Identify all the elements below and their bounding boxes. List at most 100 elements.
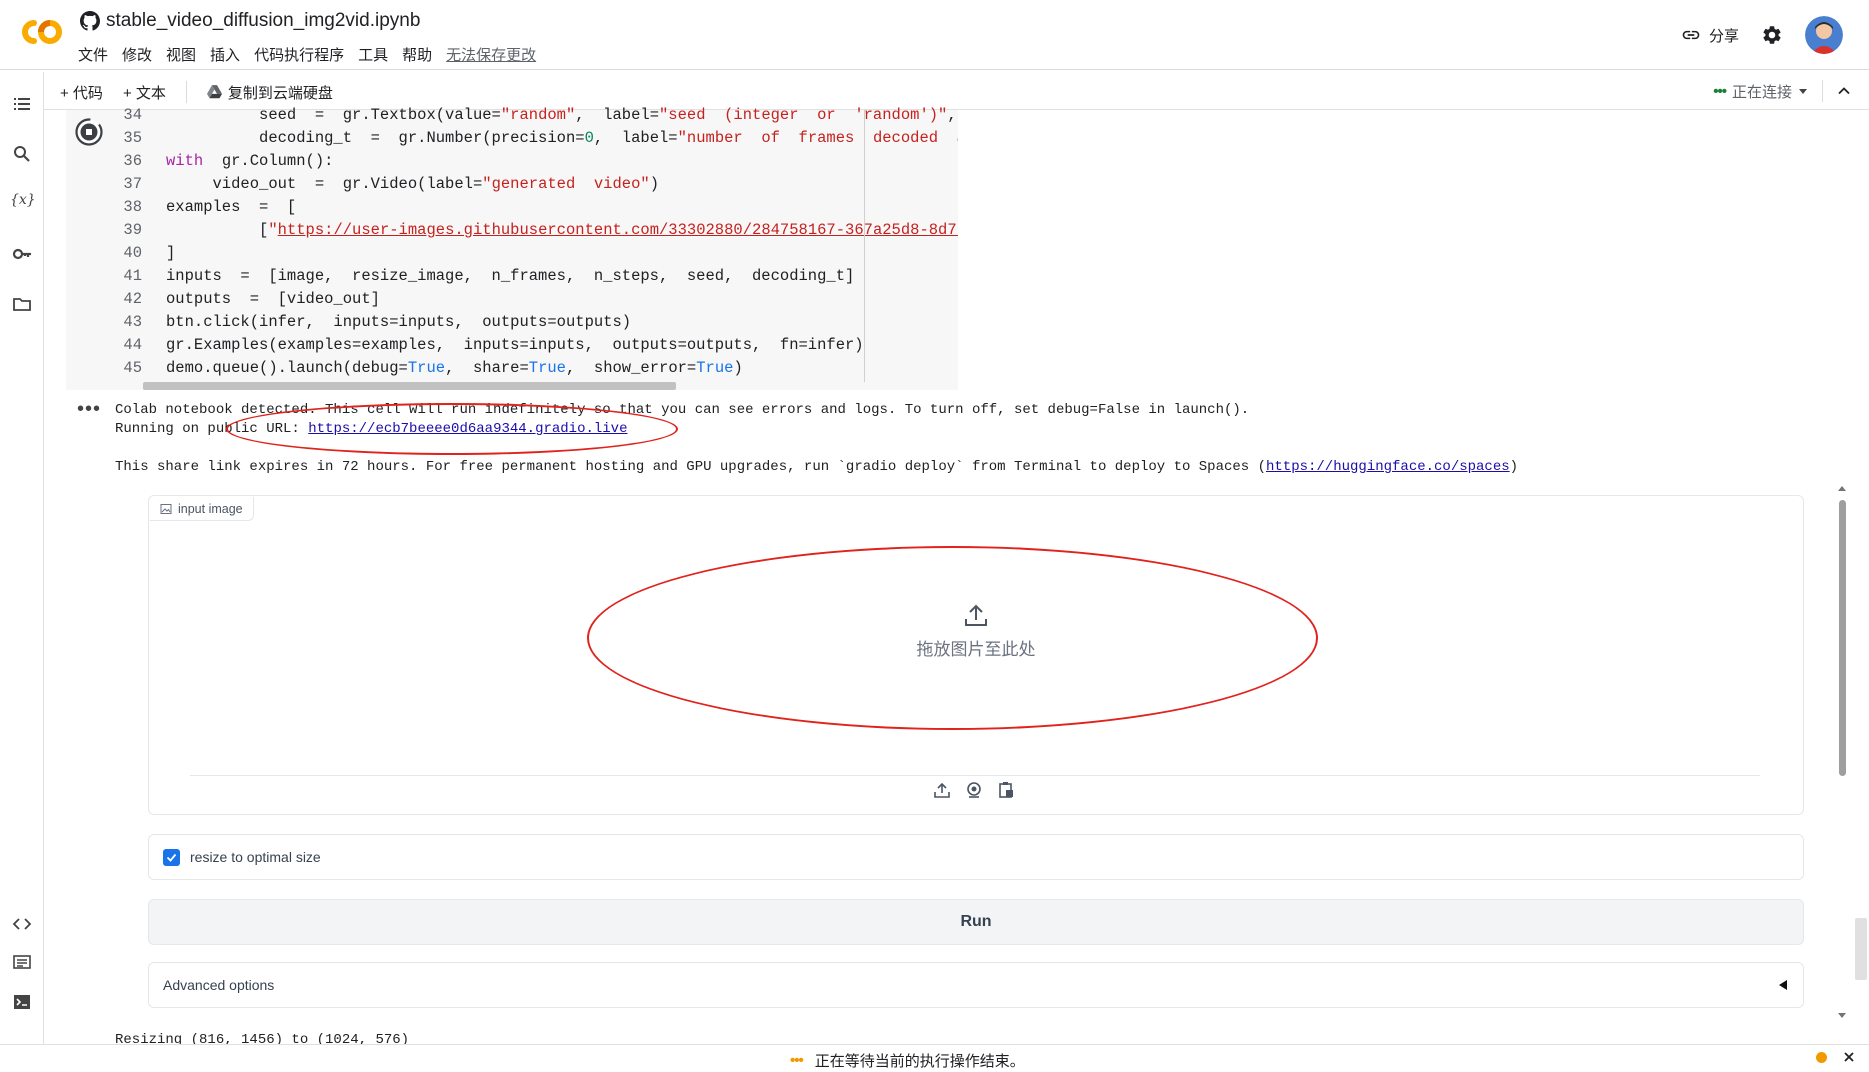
code-editor[interactable]: 34 seed = gr.Textbox(value="random", lab…: [112, 104, 958, 380]
github-icon[interactable]: [80, 11, 100, 31]
run-button[interactable]: Run: [148, 899, 1804, 945]
public-url-prefix: Running on public URL:: [115, 421, 309, 437]
code-line[interactable]: 38 examples = [: [112, 196, 958, 219]
code-line[interactable]: 41 inputs = [image, resize_image, n_frame…: [112, 265, 958, 288]
menu-view[interactable]: 视图: [166, 44, 204, 65]
output-line-share-link: This share link expires in 72 hours. For…: [115, 459, 1518, 475]
line-number: 39: [123, 221, 142, 239]
search-icon[interactable]: [12, 144, 32, 164]
menu-edit[interactable]: 修改: [122, 44, 160, 65]
terminal-icon[interactable]: [12, 992, 32, 1012]
avatar-image-icon: [1805, 16, 1843, 54]
upload-source-icon[interactable]: [932, 780, 952, 800]
resize-checkbox-label[interactable]: resize to optimal size: [190, 849, 321, 865]
menu-file[interactable]: 文件: [78, 44, 116, 65]
share-link-suffix: ): [1509, 459, 1519, 475]
drive-icon: [206, 85, 222, 99]
image-source-selector: [932, 780, 1016, 800]
close-icon[interactable]: [1843, 1051, 1855, 1063]
status-dots-icon: •••: [790, 1052, 804, 1069]
output-menu-icon[interactable]: •••: [77, 398, 101, 421]
line-number: 44: [123, 336, 142, 354]
link-icon: [1682, 30, 1700, 40]
gear-icon[interactable]: [1761, 24, 1783, 46]
table-of-contents-icon[interactable]: [12, 94, 32, 114]
notebook-title[interactable]: stable_video_diffusion_img2vid.ipynb: [106, 10, 420, 32]
image-drop-zone[interactable]: 拖放图片至此处: [148, 560, 1804, 700]
code-snippets-icon[interactable]: [12, 914, 32, 934]
menu-runtime[interactable]: 代码执行程序: [254, 44, 352, 65]
toolbar-divider-right: [1822, 80, 1823, 102]
resize-checkbox[interactable]: [163, 848, 180, 866]
code-line-text: examples = [: [166, 198, 297, 216]
code-line[interactable]: 35 decoding_t = gr.Number(precision=0, l…: [112, 127, 958, 150]
code-line[interactable]: 34 seed = gr.Textbox(value="random", lab…: [112, 104, 958, 127]
code-line-text: seed = gr.Textbox(value="random", label=…: [166, 106, 958, 124]
code-line-text: outputs = [video_out]: [166, 290, 380, 308]
header-actions: 分享: [1681, 16, 1843, 54]
caret-left-icon: [1779, 980, 1787, 990]
execution-status-text: 正在等待当前的执行操作结束。: [814, 1053, 1025, 1070]
key-icon[interactable]: [12, 244, 32, 264]
add-code-button[interactable]: + 代码: [60, 82, 103, 103]
input-image-label: input image: [178, 501, 243, 516]
inner-scroll-up-icon[interactable]: [1837, 484, 1847, 494]
code-line-text: decoding_t = gr.Number(precision=0, labe…: [166, 129, 958, 147]
menu-help[interactable]: 帮助: [402, 44, 440, 65]
title-row: stable_video_diffusion_img2vid.ipynb: [80, 10, 420, 32]
unsaved-notice[interactable]: 无法保存更改: [446, 44, 544, 65]
share-button[interactable]: 分享: [1681, 25, 1739, 46]
code-line[interactable]: 36 with gr.Column():: [112, 150, 958, 173]
public-url-link[interactable]: https://ecb7beeee0d6aa9344.gradio.live: [308, 421, 627, 437]
page-scrollbar-thumb[interactable]: [1855, 918, 1867, 980]
code-line-text: demo.queue().launch(debug=True, share=Tr…: [166, 359, 743, 377]
webcam-icon[interactable]: [964, 780, 984, 800]
toolbar-right: ••• 正在连接: [1713, 80, 1851, 102]
code-line-text: inputs = [image, resize_image, n_frames,…: [166, 267, 855, 285]
copy-to-drive-button[interactable]: 复制到云端硬盘: [206, 82, 333, 103]
resize-option-row: resize to optimal size: [148, 834, 1804, 880]
image-panel-divider: [190, 775, 1760, 776]
command-palette-icon[interactable]: [12, 952, 32, 972]
output-line-public-url: Running on public URL: https://ecb7beeee…: [115, 421, 628, 437]
code-line[interactable]: 40]: [112, 242, 958, 265]
status-indicator-icon: [1816, 1051, 1827, 1063]
code-horizontal-scrollbar[interactable]: [143, 382, 676, 390]
advanced-options-accordion[interactable]: Advanced options: [148, 962, 1804, 1008]
code-line[interactable]: 44 gr.Examples(examples=examples, inputs=…: [112, 334, 958, 357]
line-number: 43: [123, 313, 142, 331]
stop-execution-icon[interactable]: [75, 118, 103, 146]
menu-bar: 文件 修改 视图 插入 代码执行程序 工具 帮助 无法保存更改: [78, 44, 550, 65]
caret-down-icon: [1799, 89, 1807, 94]
inner-scroll-down-icon[interactable]: [1837, 1010, 1847, 1020]
connection-status-button[interactable]: ••• 正在连接: [1713, 81, 1808, 102]
spaces-link[interactable]: https://huggingface.co/spaces: [1266, 459, 1510, 475]
folder-icon[interactable]: [12, 294, 32, 314]
avatar[interactable]: [1805, 16, 1843, 54]
code-line[interactable]: 39 ["https://user-images.githubuserconte…: [112, 219, 958, 242]
status-right: [1816, 1051, 1855, 1063]
input-image-label-tab: input image: [150, 497, 254, 521]
code-line[interactable]: 45 demo.queue().launch(debug=True, share=…: [112, 357, 958, 380]
code-line[interactable]: 43 btn.click(infer, inputs=inputs, output…: [112, 311, 958, 334]
line-number: 36: [123, 152, 142, 170]
toolbar-divider: [185, 81, 187, 103]
menu-tools[interactable]: 工具: [358, 44, 396, 65]
header: stable_video_diffusion_img2vid.ipynb 文件 …: [0, 0, 1869, 70]
code-line[interactable]: 42 outputs = [video_out]: [112, 288, 958, 311]
image-icon: [160, 503, 172, 514]
code-line[interactable]: 37 video_out = gr.Video(label="generated…: [112, 173, 958, 196]
output-scrollbar-thumb[interactable]: [1839, 500, 1846, 776]
drop-zone-text: 拖放图片至此处: [916, 639, 1036, 659]
clipboard-icon[interactable]: [996, 780, 1016, 800]
add-text-button[interactable]: + 文本: [123, 82, 166, 103]
copy-to-drive-label: 复制到云端硬盘: [227, 84, 333, 102]
chevron-up-icon[interactable]: [1837, 84, 1851, 98]
line-number: 37: [123, 175, 142, 193]
share-link-prefix: This share link expires in 72 hours. For…: [115, 459, 1266, 475]
code-line-text: video_out = gr.Video(label="generated vi…: [166, 175, 660, 193]
menu-insert[interactable]: 插入: [210, 44, 248, 65]
upload-icon: [965, 604, 987, 626]
colab-logo-icon[interactable]: [14, 14, 64, 50]
variables-icon[interactable]: {x}: [10, 192, 36, 212]
